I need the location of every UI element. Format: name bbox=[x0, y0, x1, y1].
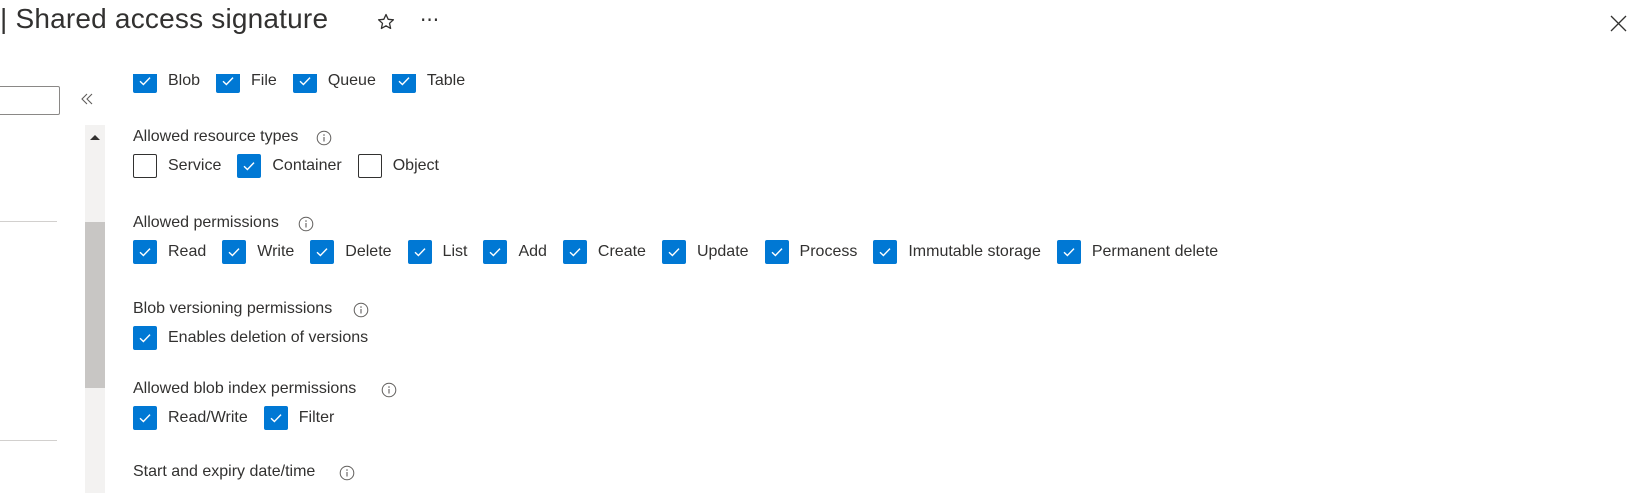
checkbox-checked[interactable] bbox=[661, 240, 686, 264]
checkbox-label: Filter bbox=[298, 409, 335, 426]
checkbox-checked[interactable] bbox=[133, 406, 157, 430]
checkbox-enables-deletion-of-versions[interactable]: Enables deletion of versions bbox=[133, 326, 368, 350]
checkbox-unchecked[interactable] bbox=[357, 154, 382, 178]
checkmark-icon bbox=[396, 73, 412, 89]
checkbox-container[interactable]: Container bbox=[237, 154, 342, 178]
checkmark-icon bbox=[137, 73, 153, 89]
checkmark-icon bbox=[412, 244, 428, 260]
checkbox-label: Process bbox=[799, 243, 858, 260]
info-icon[interactable] bbox=[298, 216, 314, 232]
checkbox-checked[interactable] bbox=[263, 406, 288, 430]
checkbox-immutable-storage[interactable]: Immutable storage bbox=[873, 240, 1041, 264]
checkmark-icon bbox=[220, 73, 236, 89]
checkbox-delete[interactable]: Delete bbox=[310, 240, 392, 264]
checkbox-checked[interactable] bbox=[483, 240, 508, 264]
checkbox-checked[interactable] bbox=[562, 240, 587, 264]
checkbox-label: Write bbox=[257, 243, 295, 260]
checkbox-checked[interactable] bbox=[133, 240, 157, 264]
checkbox-permanent-delete[interactable]: Permanent delete bbox=[1056, 240, 1219, 264]
checkbox-label: File bbox=[251, 72, 277, 89]
checkbox-group-resource-types: Service Container Object bbox=[133, 154, 455, 178]
checkbox-checked[interactable] bbox=[222, 240, 247, 264]
checkmark-icon bbox=[226, 244, 242, 260]
checkbox-create[interactable]: Create bbox=[562, 240, 646, 264]
checkbox-filter[interactable]: Filter bbox=[263, 406, 335, 430]
scrollbar-thumb[interactable] bbox=[85, 222, 105, 388]
checkbox-checked[interactable] bbox=[873, 240, 898, 264]
checkbox-label: Service bbox=[168, 157, 222, 174]
checkmark-icon bbox=[487, 244, 503, 260]
checkbox-label: Immutable storage bbox=[908, 243, 1041, 260]
checkbox-label: Create bbox=[597, 243, 646, 260]
checkbox-checked[interactable] bbox=[764, 240, 789, 264]
checkbox-label: Enables deletion of versions bbox=[168, 329, 369, 346]
checkbox-checked[interactable] bbox=[407, 240, 432, 264]
checkbox-unchecked[interactable] bbox=[133, 154, 157, 178]
checkmark-icon bbox=[137, 244, 153, 260]
sidebar-search-input[interactable] bbox=[0, 86, 60, 115]
checkmark-icon bbox=[314, 244, 330, 260]
checkmark-icon bbox=[567, 244, 583, 260]
section-title-resource-types: Allowed resource types bbox=[133, 128, 299, 145]
checkbox-add[interactable]: Add bbox=[483, 240, 547, 264]
checkbox-checked[interactable] bbox=[1056, 240, 1081, 264]
info-icon[interactable] bbox=[339, 465, 355, 481]
checkbox-label: List bbox=[442, 243, 468, 260]
section-title-permissions: Allowed permissions bbox=[133, 214, 279, 231]
checkbox-checked[interactable] bbox=[237, 154, 262, 178]
checkmark-icon bbox=[666, 244, 682, 260]
section-title-blob-index: Allowed blob index permissions bbox=[133, 380, 357, 397]
checkbox-label: Read/Write bbox=[168, 409, 248, 426]
checkmark-icon bbox=[297, 73, 313, 89]
checkbox-read[interactable]: Read bbox=[133, 240, 206, 264]
checkmark-icon bbox=[268, 410, 284, 426]
checkbox-object[interactable]: Object bbox=[357, 154, 439, 178]
sidebar-divider bbox=[0, 440, 57, 441]
checkbox-group-permissions: Read Write Delete List Add Create Update Proces… bbox=[133, 240, 1234, 264]
checkmark-icon bbox=[137, 410, 153, 426]
checkbox-service[interactable]: Service bbox=[133, 154, 221, 178]
checkbox-label: Update bbox=[696, 243, 749, 260]
checkbox-group-versioning: Enables deletion of versions bbox=[133, 326, 384, 350]
info-icon[interactable] bbox=[353, 302, 369, 318]
checkbox-label: Permanent delete bbox=[1091, 243, 1219, 260]
scroll-up-icon[interactable] bbox=[85, 127, 105, 147]
checkbox-label: Add bbox=[518, 243, 547, 260]
checkmark-icon bbox=[877, 244, 893, 260]
checkbox-list[interactable]: List bbox=[407, 240, 468, 264]
checkbox-checked[interactable] bbox=[133, 326, 157, 350]
scroll-clip-mask bbox=[125, 62, 525, 74]
checkbox-label: Container bbox=[272, 157, 342, 174]
checkbox-label: Table bbox=[426, 72, 466, 89]
more-icon[interactable]: ··· bbox=[420, 8, 439, 32]
checkbox-label: Read bbox=[168, 243, 207, 260]
checkbox-read-write[interactable]: Read/Write bbox=[133, 406, 248, 430]
checkbox-checked[interactable] bbox=[310, 240, 335, 264]
favorite-star-icon[interactable] bbox=[376, 12, 396, 32]
section-title-versioning: Blob versioning permissions bbox=[133, 300, 333, 317]
checkbox-group-blob-index: Read/Write Filter bbox=[133, 406, 350, 430]
checkbox-update[interactable]: Update bbox=[661, 240, 749, 264]
checkmark-icon bbox=[137, 330, 153, 346]
checkbox-label: Delete bbox=[345, 243, 392, 260]
checkbox-process[interactable]: Process bbox=[764, 240, 858, 264]
checkbox-label: Object bbox=[392, 157, 439, 174]
sidebar-divider bbox=[0, 221, 57, 222]
checkbox-label: Blob bbox=[168, 72, 201, 89]
section-title-dates: Start and expiry date/time bbox=[133, 463, 316, 480]
checkmark-icon bbox=[1061, 244, 1077, 260]
checkbox-write[interactable]: Write bbox=[222, 240, 294, 264]
info-icon[interactable] bbox=[316, 130, 332, 146]
collapse-sidebar-icon[interactable] bbox=[80, 90, 94, 108]
checkbox-label: Queue bbox=[327, 72, 376, 89]
page-title: | Shared access signature bbox=[0, 3, 329, 34]
info-icon[interactable] bbox=[381, 382, 397, 398]
close-icon[interactable] bbox=[1610, 15, 1627, 32]
checkmark-icon bbox=[769, 244, 785, 260]
checkmark-icon bbox=[241, 158, 257, 174]
